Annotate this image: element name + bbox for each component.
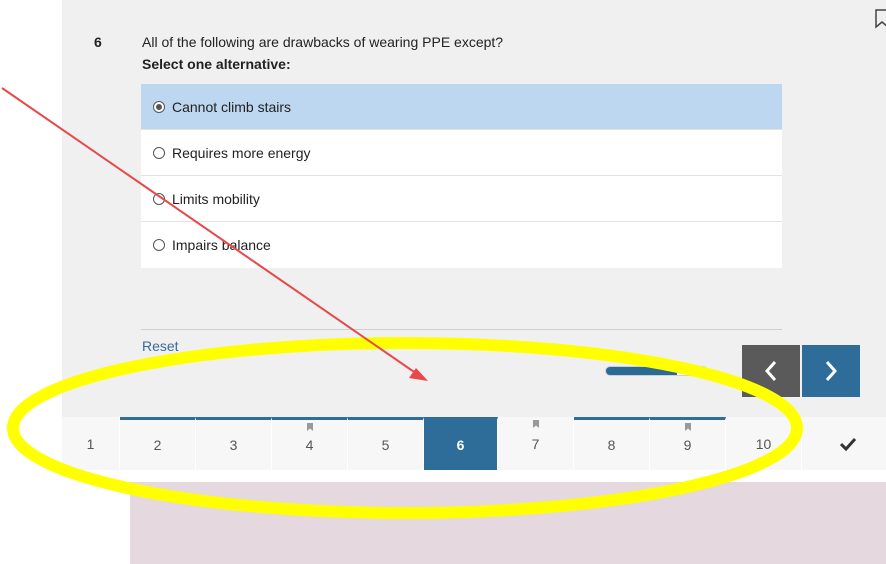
question-nav-number: 2 [153, 437, 162, 453]
radio-button[interactable] [153, 100, 165, 113]
radio-button[interactable] [153, 146, 165, 159]
question-nav-item[interactable]: 9 [650, 417, 726, 470]
flag-icon [684, 423, 691, 431]
radio-button[interactable] [153, 239, 165, 251]
chevron-left-icon [764, 361, 777, 381]
question-nav-item[interactable]: 10 [726, 417, 802, 470]
answer-option[interactable]: Cannot climb stairs [141, 84, 782, 130]
chevron-right-icon [825, 361, 838, 381]
flag-icon [306, 423, 313, 431]
radio-button[interactable] [153, 192, 165, 205]
progress-fill [606, 367, 677, 375]
answer-option-label: Limits mobility [172, 190, 260, 207]
question-instruction: Select one alternative: [142, 56, 291, 72]
question-nav-item[interactable]: 4 [272, 417, 348, 470]
question-nav-number: 10 [755, 435, 772, 452]
question-nav-number: 7 [531, 435, 540, 452]
question-nav-number: 5 [381, 437, 390, 453]
finish-button[interactable] [810, 417, 886, 470]
question-nav-item[interactable]: 7 [498, 417, 574, 470]
question-nav-item[interactable]: 3 [196, 417, 272, 470]
checkmark-icon [840, 437, 856, 451]
answer-option[interactable]: Limits mobility [141, 176, 782, 222]
bookmark-icon[interactable] [874, 9, 886, 29]
answer-option-label: Impairs balance [172, 237, 271, 253]
question-text: All of the following are drawbacks of we… [142, 34, 504, 50]
question-nav-number: 9 [683, 437, 692, 453]
answer-option-label: Requires more energy [172, 144, 311, 161]
divider [141, 329, 782, 330]
answer-option-label: Cannot climb stairs [172, 98, 292, 115]
answer-option[interactable]: Impairs balance [141, 222, 782, 268]
question-nav-number: 8 [607, 437, 616, 453]
radio-dot [156, 103, 162, 110]
question-nav-number: 6 [456, 437, 465, 453]
question-nav-item[interactable]: 5 [348, 417, 424, 470]
question-nav-item[interactable]: 1 [62, 417, 120, 470]
reset-link[interactable]: Reset [142, 338, 179, 354]
question-nav-item[interactable]: 2 [120, 417, 196, 470]
question-nav-number: 3 [229, 437, 238, 453]
flag-icon [532, 420, 539, 428]
question-nav-item[interactable]: 8 [574, 417, 650, 470]
question-number: 6 [94, 34, 102, 50]
answer-options: Cannot climb stairs Requires more energy L… [141, 84, 782, 268]
quiz-screen: 6 All of the following are drawbacks of … [0, 0, 886, 564]
question-nav-item[interactable]: 6 [424, 417, 498, 470]
answer-option[interactable]: Requires more energy [141, 130, 782, 176]
question-nav-number: 4 [305, 437, 314, 453]
next-button[interactable] [802, 345, 860, 397]
question-navigator: 1 2 3 4 5 6 7 8 9 10 [62, 417, 886, 470]
progress-bar [605, 366, 708, 376]
previous-button[interactable] [742, 345, 800, 397]
question-nav-number: 1 [86, 435, 95, 452]
content-block [130, 482, 886, 564]
